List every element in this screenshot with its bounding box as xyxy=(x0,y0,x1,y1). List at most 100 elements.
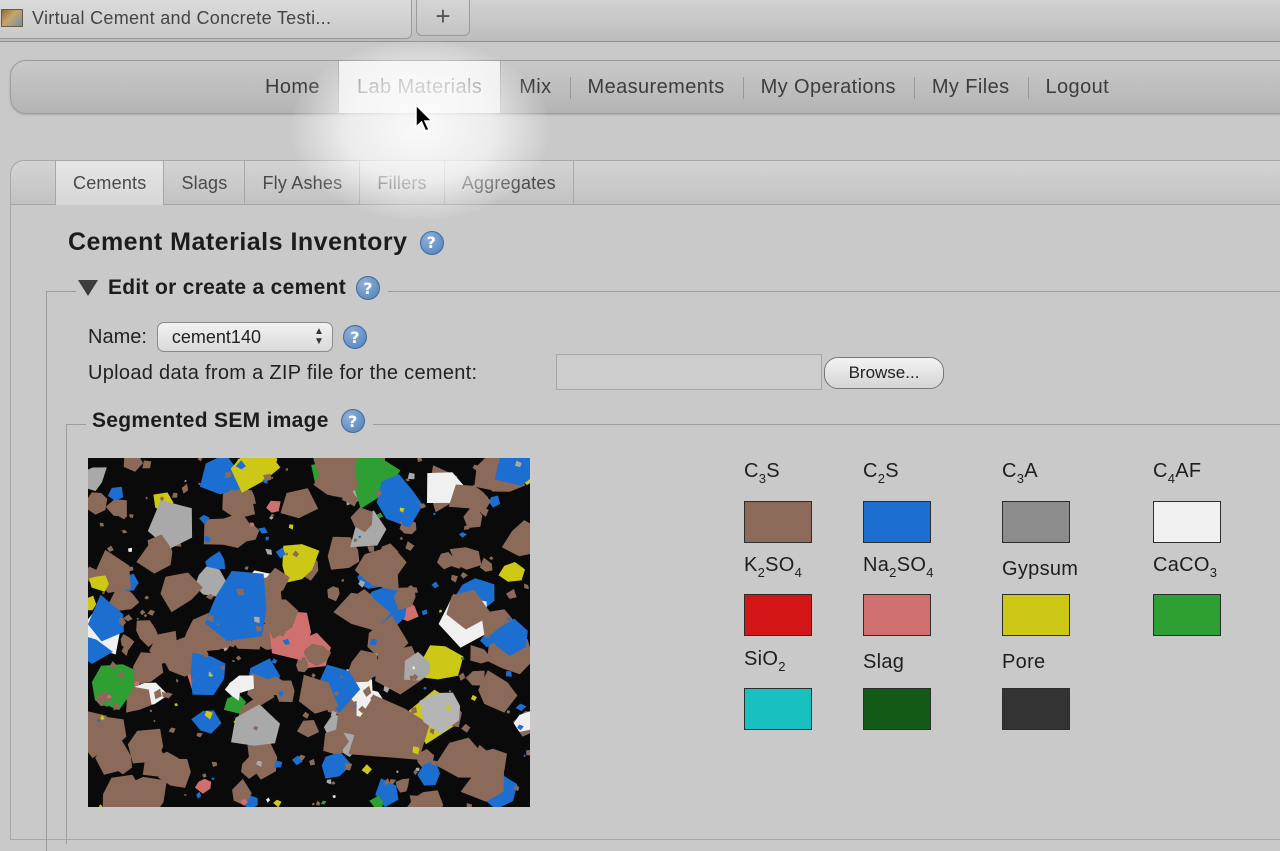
sem-particle xyxy=(312,802,315,806)
tab-cements[interactable]: Cements xyxy=(55,161,164,205)
sem-particle xyxy=(139,609,146,616)
sem-particle xyxy=(396,770,399,774)
sem-particle xyxy=(410,587,418,593)
sem-particle xyxy=(405,541,415,551)
sem-particle xyxy=(524,583,529,590)
sem-particle xyxy=(120,634,135,650)
cement-name-value: cement140 xyxy=(171,326,261,347)
sem-particle xyxy=(143,614,148,618)
select-arrows-icon: ▲ ▼ xyxy=(314,326,324,347)
tab-slags[interactable]: Slags xyxy=(163,161,244,205)
cement-name-row: Name: cement140 ▲ ▼ ? xyxy=(88,321,367,353)
sem-particle xyxy=(448,690,452,693)
materials-subtabs: Cements Slags Fly Ashes Fillers Aggregat… xyxy=(11,161,1280,205)
help-icon[interactable]: ? xyxy=(356,276,380,300)
sem-particle xyxy=(461,723,471,733)
cement-name-select[interactable]: cement140 ▲ ▼ xyxy=(156,322,333,352)
sem-particle xyxy=(515,703,527,712)
tab-aggregates[interactable]: Aggregates xyxy=(443,161,574,205)
sem-particle xyxy=(331,781,336,785)
sem-particle xyxy=(197,458,203,462)
sem-particle xyxy=(332,795,336,799)
help-icon[interactable]: ? xyxy=(340,409,365,433)
phase-swatch-slag xyxy=(863,688,931,730)
site-favicon-icon xyxy=(1,9,23,27)
sem-particle xyxy=(128,547,132,552)
help-icon[interactable]: ? xyxy=(419,230,444,255)
phase-swatch-caco3 xyxy=(1153,594,1221,636)
sem-particle xyxy=(407,472,415,480)
nav-my-operations[interactable]: My Operations xyxy=(742,61,914,113)
sem-particle xyxy=(458,532,467,538)
sem-particle xyxy=(285,468,288,471)
phase-swatch-k2so4 xyxy=(744,594,812,636)
sem-particle xyxy=(501,520,530,557)
zip-file-input[interactable] xyxy=(556,354,822,390)
sem-particle xyxy=(361,764,372,775)
sem-particle xyxy=(506,709,511,714)
phase-label-sio2: SiO2 xyxy=(744,648,786,674)
upload-row: Upload data from a ZIP file for the ceme… xyxy=(88,356,477,390)
phase-label-gypsum: Gypsum xyxy=(1002,558,1079,580)
sem-particle xyxy=(202,773,207,778)
sem-particle xyxy=(129,566,134,572)
collapse-triangle-icon[interactable] xyxy=(78,280,98,296)
browser-tab-title: Virtual Cement and Concrete Testi... xyxy=(32,7,332,28)
sem-particle xyxy=(147,609,155,616)
sem-particle xyxy=(123,458,144,472)
tab-fly-ashes[interactable]: Fly Ashes xyxy=(244,161,359,205)
help-icon[interactable]: ? xyxy=(342,325,367,349)
sem-particle xyxy=(183,794,187,796)
phase-label-c2s: C2S xyxy=(863,460,899,486)
tab-fillers[interactable]: Fillers xyxy=(359,161,443,205)
sem-particle xyxy=(302,711,310,719)
sem-particle xyxy=(417,458,423,462)
sem-particle xyxy=(288,524,294,530)
phase-label-caco3: CaCO3 xyxy=(1153,554,1218,580)
phase-swatch-c3a xyxy=(1002,501,1070,543)
sem-particle xyxy=(367,546,375,552)
sem-particle xyxy=(327,586,340,602)
sem-particle xyxy=(136,617,140,620)
sem-particle xyxy=(458,672,466,681)
phase-label-slag: Slag xyxy=(863,651,905,673)
phase-label-pore: Pore xyxy=(1002,651,1046,673)
sem-particle xyxy=(265,536,269,541)
sem-particle xyxy=(142,460,152,469)
sem-particle xyxy=(153,719,156,723)
sem-particle xyxy=(399,536,403,540)
nav-home[interactable]: Home xyxy=(247,61,338,113)
sem-particle xyxy=(450,574,458,583)
sem-particle xyxy=(145,496,148,500)
sem-particle xyxy=(198,482,201,485)
phase-label-c4af: C4AF xyxy=(1153,460,1202,486)
sem-particle xyxy=(407,790,444,807)
page-title: Cement Materials Inventory ? xyxy=(68,228,444,257)
sem-particle xyxy=(479,557,493,572)
nav-my-files[interactable]: My Files xyxy=(913,61,1028,113)
phase-label-c3s: C3S xyxy=(744,460,780,486)
browser-tab[interactable]: Virtual Cement and Concrete Testi... xyxy=(0,0,412,39)
nav-logout[interactable]: Logout xyxy=(1027,61,1128,113)
sem-particle xyxy=(296,720,320,738)
sem-particle xyxy=(280,488,319,519)
new-tab-button[interactable]: + xyxy=(416,0,470,36)
browse-button[interactable]: Browse... xyxy=(824,357,944,389)
sem-particle xyxy=(523,754,526,757)
sem-particle xyxy=(341,579,344,583)
sem-particle xyxy=(316,800,321,806)
nav-measurements[interactable]: Measurements xyxy=(569,61,743,113)
main-navigation: Home Lab Materials Mix Measurements My O… xyxy=(10,60,1280,114)
sem-particle xyxy=(405,478,410,482)
phase-swatch-c2s xyxy=(863,501,931,543)
sem-particle xyxy=(505,671,512,677)
sem-particle xyxy=(466,803,473,807)
sem-particle xyxy=(160,572,203,613)
sem-image-legend: Segmented SEM image ? xyxy=(86,409,373,433)
sem-particle xyxy=(460,572,468,579)
sem-particle xyxy=(271,476,274,479)
nav-mix[interactable]: Mix xyxy=(501,61,569,113)
sem-particle xyxy=(265,548,272,555)
sem-particle xyxy=(258,527,268,534)
edit-cement-legend[interactable]: Edit or create a cement ? xyxy=(76,276,388,300)
